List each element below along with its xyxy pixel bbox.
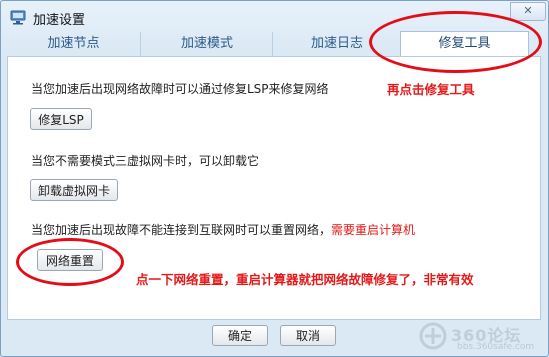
forum-logo-icon [419, 322, 447, 350]
ok-button[interactable]: 确定 [212, 325, 268, 346]
cancel-button[interactable]: 取消 [280, 325, 336, 346]
reset-description: 当您加速后出现故障不能连接到互联网时可以重置网络，需要重启计算机 [31, 221, 415, 238]
annotation-click-tool: 再点击修复工具 [387, 82, 475, 97]
uninstall-vnic-button[interactable]: 卸载虚拟网卡 [30, 179, 118, 201]
repair-lsp-button[interactable]: 修复LSP [30, 108, 92, 130]
forum-watermark: 360论坛 bbs.360safe.com [417, 320, 545, 354]
settings-dialog: 加速设置 ✕ 加速节点 加速模式 加速日志 修复工具 当您加速后出现网络故障时可… [0, 0, 549, 357]
window-title: 加速设置 [33, 13, 86, 28]
reset-description-text: 当您加速后出现故障不能连接到互联网时可以重置网络， [31, 223, 332, 237]
vnic-description: 当您不需要模式三虚拟网卡时，可以卸载它 [31, 154, 260, 168]
highlight-ellipse-tab [369, 11, 542, 73]
network-app-icon [10, 10, 26, 25]
tab-accel-nodes[interactable]: 加速节点 [7, 32, 140, 56]
close-button[interactable]: ✕ [510, 2, 546, 21]
lsp-description: 当您加速后出现网络故障时可以通过修复LSP来修复网络 [31, 82, 329, 96]
watermark-url: bbs.360safe.com [457, 342, 535, 352]
tab-accel-mode[interactable]: 加速模式 [140, 32, 273, 56]
highlight-ellipse-reset [16, 238, 124, 286]
close-icon: ✕ [523, 4, 533, 17]
annotation-reset-hint: 点一下网络重置，重启计算器就把网络故障修复了，非常有效 [136, 272, 474, 287]
restart-warning: 需要重启计算机 [331, 223, 416, 237]
